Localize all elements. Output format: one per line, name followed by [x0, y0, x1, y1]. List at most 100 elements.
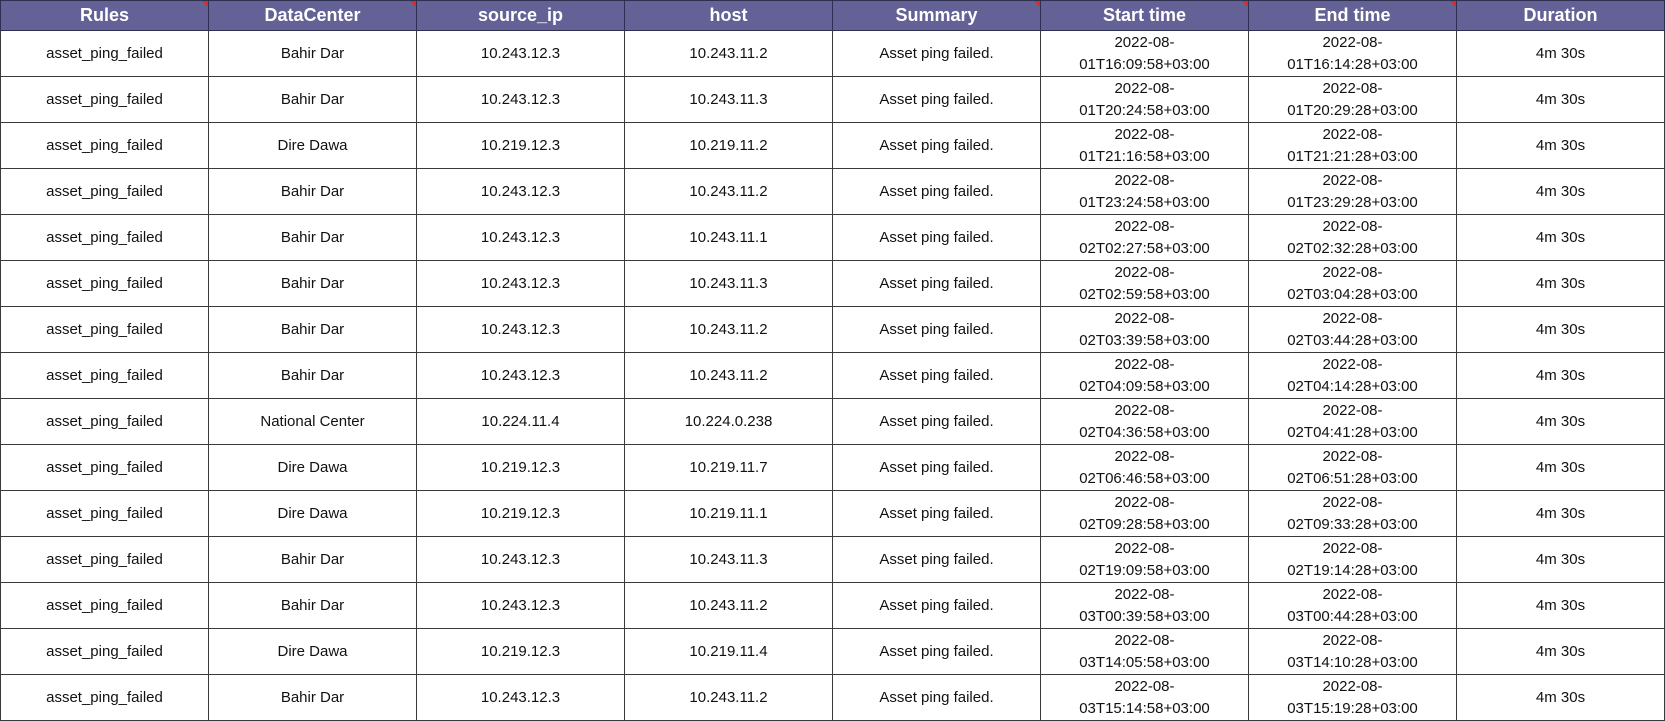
summary-cell[interactable]: Asset ping failed. [832, 260, 1041, 307]
end-time-cell[interactable]: 2022-08- 03T14:10:28+03:00 [1248, 628, 1457, 675]
source-ip-cell[interactable]: 10.243.12.3 [416, 168, 625, 215]
rule-cell[interactable]: asset_ping_failed [0, 30, 209, 77]
source-ip-cell[interactable]: 10.243.12.3 [416, 214, 625, 261]
summary-cell[interactable]: Asset ping failed. [832, 76, 1041, 123]
host-cell[interactable]: 10.243.11.3 [624, 260, 833, 307]
start-time-cell[interactable]: 2022-08- 01T16:09:58+03:00 [1040, 30, 1249, 77]
datacenter-cell[interactable]: Bahir Dar [208, 168, 417, 215]
rule-cell[interactable]: asset_ping_failed [0, 674, 209, 721]
datacenter-cell[interactable]: Dire Dawa [208, 122, 417, 169]
start-time-cell[interactable]: 2022-08- 02T19:09:58+03:00 [1040, 536, 1249, 583]
duration-cell[interactable]: 4m 30s [1456, 260, 1665, 307]
rule-cell[interactable]: asset_ping_failed [0, 306, 209, 353]
end-time-cell[interactable]: 2022-08- 02T19:14:28+03:00 [1248, 536, 1457, 583]
end-time-cell[interactable]: 2022-08- 02T04:14:28+03:00 [1248, 352, 1457, 399]
host-cell[interactable]: 10.243.11.2 [624, 674, 833, 721]
summary-cell[interactable]: Asset ping failed. [832, 122, 1041, 169]
comment-indicator-icon[interactable] [1450, 1, 1456, 7]
duration-cell[interactable]: 4m 30s [1456, 168, 1665, 215]
host-cell[interactable]: 10.243.11.1 [624, 214, 833, 261]
source-ip-cell[interactable]: 10.243.12.3 [416, 76, 625, 123]
host-cell[interactable]: 10.219.11.4 [624, 628, 833, 675]
duration-cell[interactable]: 4m 30s [1456, 30, 1665, 77]
summary-cell[interactable]: Asset ping failed. [832, 352, 1041, 399]
host-cell[interactable]: 10.243.11.2 [624, 582, 833, 629]
rule-cell[interactable]: asset_ping_failed [0, 398, 209, 445]
host-cell[interactable]: 10.243.11.3 [624, 76, 833, 123]
host-cell[interactable]: 10.219.11.7 [624, 444, 833, 491]
duration-cell[interactable]: 4m 30s [1456, 582, 1665, 629]
rule-cell[interactable]: asset_ping_failed [0, 444, 209, 491]
start-time-cell[interactable]: 2022-08- 01T21:16:58+03:00 [1040, 122, 1249, 169]
source-ip-cell[interactable]: 10.243.12.3 [416, 30, 625, 77]
start-time-cell[interactable]: 2022-08- 01T20:24:58+03:00 [1040, 76, 1249, 123]
end-time-cell[interactable]: 2022-08- 01T16:14:28+03:00 [1248, 30, 1457, 77]
source-ip-cell[interactable]: 10.243.12.3 [416, 582, 625, 629]
host-cell[interactable]: 10.243.11.2 [624, 352, 833, 399]
datacenter-cell[interactable]: Bahir Dar [208, 674, 417, 721]
start-time-cell[interactable]: 2022-08- 02T03:39:58+03:00 [1040, 306, 1249, 353]
host-cell[interactable]: 10.243.11.2 [624, 306, 833, 353]
datacenter-cell[interactable]: Bahir Dar [208, 306, 417, 353]
datacenter-cell[interactable]: Bahir Dar [208, 536, 417, 583]
datacenter-cell[interactable]: Bahir Dar [208, 214, 417, 261]
start-time-cell[interactable]: 2022-08- 01T23:24:58+03:00 [1040, 168, 1249, 215]
source-ip-cell[interactable]: 10.219.12.3 [416, 628, 625, 675]
source-ip-cell[interactable]: 10.243.12.3 [416, 260, 625, 307]
header-cell-rules[interactable]: Rules [0, 0, 209, 31]
start-time-cell[interactable]: 2022-08- 03T14:05:58+03:00 [1040, 628, 1249, 675]
duration-cell[interactable]: 4m 30s [1456, 444, 1665, 491]
summary-cell[interactable]: Asset ping failed. [832, 168, 1041, 215]
start-time-cell[interactable]: 2022-08- 02T06:46:58+03:00 [1040, 444, 1249, 491]
duration-cell[interactable]: 4m 30s [1456, 306, 1665, 353]
end-time-cell[interactable]: 2022-08- 03T15:19:28+03:00 [1248, 674, 1457, 721]
start-time-cell[interactable]: 2022-08- 03T15:14:58+03:00 [1040, 674, 1249, 721]
start-time-cell[interactable]: 2022-08- 02T02:59:58+03:00 [1040, 260, 1249, 307]
rule-cell[interactable]: asset_ping_failed [0, 352, 209, 399]
rule-cell[interactable]: asset_ping_failed [0, 582, 209, 629]
summary-cell[interactable]: Asset ping failed. [832, 628, 1041, 675]
end-time-cell[interactable]: 2022-08- 01T23:29:28+03:00 [1248, 168, 1457, 215]
datacenter-cell[interactable]: Dire Dawa [208, 444, 417, 491]
source-ip-cell[interactable]: 10.219.12.3 [416, 490, 625, 537]
datacenter-cell[interactable]: Bahir Dar [208, 30, 417, 77]
end-time-cell[interactable]: 2022-08- 01T20:29:28+03:00 [1248, 76, 1457, 123]
datacenter-cell[interactable]: National Center [208, 398, 417, 445]
summary-cell[interactable]: Asset ping failed. [832, 582, 1041, 629]
source-ip-cell[interactable]: 10.243.12.3 [416, 536, 625, 583]
comment-indicator-icon[interactable] [1242, 1, 1248, 7]
datacenter-cell[interactable]: Dire Dawa [208, 628, 417, 675]
summary-cell[interactable]: Asset ping failed. [832, 30, 1041, 77]
start-time-cell[interactable]: 2022-08- 02T04:36:58+03:00 [1040, 398, 1249, 445]
source-ip-cell[interactable]: 10.224.11.4 [416, 398, 625, 445]
start-time-cell[interactable]: 2022-08- 02T02:27:58+03:00 [1040, 214, 1249, 261]
summary-cell[interactable]: Asset ping failed. [832, 306, 1041, 353]
source-ip-cell[interactable]: 10.243.12.3 [416, 674, 625, 721]
start-time-cell[interactable]: 2022-08- 02T04:09:58+03:00 [1040, 352, 1249, 399]
source-ip-cell[interactable]: 10.243.12.3 [416, 306, 625, 353]
comment-indicator-icon[interactable] [1034, 1, 1040, 7]
duration-cell[interactable]: 4m 30s [1456, 490, 1665, 537]
end-time-cell[interactable]: 2022-08- 02T09:33:28+03:00 [1248, 490, 1457, 537]
start-time-cell[interactable]: 2022-08- 03T00:39:58+03:00 [1040, 582, 1249, 629]
rule-cell[interactable]: asset_ping_failed [0, 214, 209, 261]
host-cell[interactable]: 10.243.11.2 [624, 168, 833, 215]
datacenter-cell[interactable]: Bahir Dar [208, 352, 417, 399]
start-time-cell[interactable]: 2022-08- 02T09:28:58+03:00 [1040, 490, 1249, 537]
header-cell-summary[interactable]: Summary [832, 0, 1041, 31]
end-time-cell[interactable]: 2022-08- 02T03:44:28+03:00 [1248, 306, 1457, 353]
rule-cell[interactable]: asset_ping_failed [0, 490, 209, 537]
duration-cell[interactable]: 4m 30s [1456, 628, 1665, 675]
host-cell[interactable]: 10.243.11.3 [624, 536, 833, 583]
host-cell[interactable]: 10.219.11.1 [624, 490, 833, 537]
end-time-cell[interactable]: 2022-08- 03T00:44:28+03:00 [1248, 582, 1457, 629]
datacenter-cell[interactable]: Bahir Dar [208, 582, 417, 629]
duration-cell[interactable]: 4m 30s [1456, 122, 1665, 169]
host-cell[interactable]: 10.243.11.2 [624, 30, 833, 77]
summary-cell[interactable]: Asset ping failed. [832, 674, 1041, 721]
datacenter-cell[interactable]: Bahir Dar [208, 76, 417, 123]
summary-cell[interactable]: Asset ping failed. [832, 490, 1041, 537]
rule-cell[interactable]: asset_ping_failed [0, 122, 209, 169]
header-cell-start-time[interactable]: Start time [1040, 0, 1249, 31]
comment-indicator-icon[interactable] [410, 1, 416, 7]
